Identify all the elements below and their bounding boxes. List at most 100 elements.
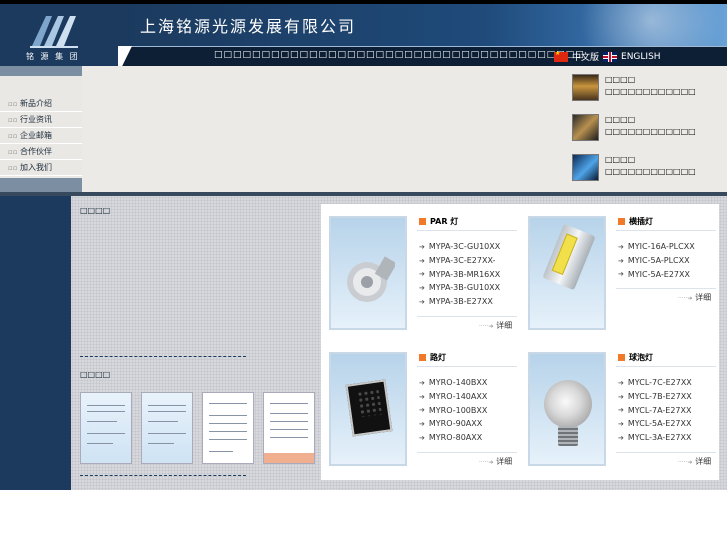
dots-arrow-icon: ·····➔ xyxy=(479,459,494,466)
product-list: ➔ MYIC-16A-PLCXX ➔ MYIC-5A-PLCXX ➔ MYIC-5A-… xyxy=(618,240,695,281)
divider xyxy=(417,230,517,231)
logo[interactable]: 铭 源 集 团 xyxy=(0,4,120,66)
news-title[interactable]: □□□□ xyxy=(605,74,696,86)
product-card: 路灯 ➔ MYRO-140BXX ➔ MYRO-140AXX ➔ MYRO-100BX… xyxy=(321,340,517,472)
par-lamp-icon xyxy=(347,256,395,302)
product-link-label: MYIC-16A-PLCXX xyxy=(627,242,695,252)
certificate-image[interactable] xyxy=(263,392,315,464)
arrow-icon: ➔ xyxy=(618,256,624,265)
news-thumbnail[interactable] xyxy=(572,74,599,101)
product-link[interactable]: ➔ MYCL-7C-E27XX xyxy=(618,376,692,390)
product-category-title[interactable]: PAR 灯 xyxy=(419,216,458,227)
product-link-label: MYRO-140AXX xyxy=(428,392,488,402)
site-header: 铭 源 集 团 上海铭源光源发展有限公司 □□□□□□□□□□□□□□□□□□□… xyxy=(0,4,727,66)
more-link[interactable]: ·····➔ 详细 xyxy=(479,456,512,467)
more-link[interactable]: ·····➔ 详细 xyxy=(479,320,512,331)
bullet-icon xyxy=(618,354,625,361)
divider xyxy=(417,316,517,317)
lang-english-link[interactable]: ENGLISH xyxy=(621,52,661,62)
more-link[interactable]: ·····➔ 详细 xyxy=(678,456,711,467)
product-link[interactable]: ➔ MYPA-3B-GU10XX xyxy=(419,281,500,295)
news-item[interactable]: □□□□ □□□□□□□□□□□□ xyxy=(572,114,727,154)
product-link-label: MYPA-3B-E27XX xyxy=(428,297,493,307)
product-link[interactable]: ➔ MYRO-80AXX xyxy=(419,431,487,445)
divider xyxy=(417,366,517,367)
product-link[interactable]: ➔ MYRO-140BXX xyxy=(419,376,487,390)
certificate-image[interactable] xyxy=(202,392,254,464)
product-link[interactable]: ➔ MYCL-7A-E27XX xyxy=(618,403,692,417)
product-link[interactable]: ➔ MYPA-3C-E27XX- xyxy=(419,254,500,268)
nav-bar: □□□□□□□□□□□□□□□□□□□□□□□□□□□□□□□□□□□□□□□ … xyxy=(118,46,727,66)
news-desc: □□□□□□□□□□□□ xyxy=(605,167,696,176)
product-link-label: MYRO-100BXX xyxy=(428,405,488,415)
sidebar-item-industry-news[interactable]: ▫▫ 行业资讯 xyxy=(0,112,82,128)
product-link[interactable]: ➔ MYPA-3B-MR16XX xyxy=(419,267,500,281)
china-flag-icon[interactable] xyxy=(554,50,568,62)
news-title[interactable]: □□□□ xyxy=(605,114,696,126)
product-link-label: MYCL-5A-E27XX xyxy=(627,419,692,429)
product-image[interactable] xyxy=(329,216,407,330)
uk-flag-icon[interactable] xyxy=(603,51,618,62)
language-switcher: 中文版 ENGLISH xyxy=(554,50,661,63)
news-item[interactable]: □□□□ □□□□□□□□□□□□ xyxy=(572,74,727,114)
product-link[interactable]: ➔ MYIC-16A-PLCXX xyxy=(618,240,695,254)
product-category-title[interactable]: 横插灯 xyxy=(618,216,653,227)
news-item[interactable]: □□□□ □□□□□□□□□□□□ xyxy=(572,154,727,194)
more-link-label: 详细 xyxy=(695,293,712,302)
product-list: ➔ MYPA-3C-GU10XX ➔ MYPA-3C-E27XX- ➔ MYPA-3B… xyxy=(419,240,500,308)
product-image[interactable] xyxy=(528,352,606,466)
arrow-icon: ➔ xyxy=(419,392,425,401)
product-link[interactable]: ➔ MYRO-90AXX xyxy=(419,417,487,431)
product-link-label: MYRO-80AXX xyxy=(428,433,483,443)
arrow-icon: ➔ xyxy=(419,256,425,265)
dots-arrow-icon: ·····➔ xyxy=(479,323,494,330)
news-title[interactable]: □□□□ xyxy=(605,154,696,166)
product-list: ➔ MYCL-7C-E27XX ➔ MYCL-7B-E27XX ➔ MYCL-7A-E… xyxy=(618,376,692,444)
product-link[interactable]: ➔ MYCL-3A-E27XX xyxy=(618,431,692,445)
street-lamp-icon xyxy=(345,379,393,437)
arrow-icon: ➔ xyxy=(419,242,425,251)
product-image[interactable] xyxy=(329,352,407,466)
certificate-image[interactable] xyxy=(141,392,193,464)
sidebar-item-mail[interactable]: ▫▫ 企业邮箱 xyxy=(0,128,82,144)
sidebar-item-partners[interactable]: ▫▫ 合作伙伴 xyxy=(0,144,82,160)
product-link[interactable]: ➔ MYRO-140AXX xyxy=(419,390,487,404)
product-category-label: 球泡灯 xyxy=(629,353,653,362)
arrow-icon: ➔ xyxy=(618,419,624,428)
product-link-label: MYPA-3B-MR16XX xyxy=(428,269,501,279)
divider xyxy=(417,452,517,453)
arrow-icon: ➔ xyxy=(419,297,425,306)
bullet-icon: ▫▫ xyxy=(8,115,18,124)
page: 铭 源 集 团 上海铭源光源发展有限公司 □□□□□□□□□□□□□□□□□□□… xyxy=(0,0,727,545)
product-panel: PAR 灯 ➔ MYPA-3C-GU10XX ➔ MYPA-3C-E27XX- ➔ M… xyxy=(321,204,719,480)
product-link[interactable]: ➔ MYRO-100BXX xyxy=(419,403,487,417)
more-link-label: 详细 xyxy=(695,457,712,466)
arrow-icon: ➔ xyxy=(419,433,425,442)
product-link-label: MYPA-3C-GU10XX xyxy=(428,242,501,252)
product-category-title[interactable]: 路灯 xyxy=(419,352,446,363)
certificate-image[interactable] xyxy=(80,392,132,464)
divider xyxy=(616,230,716,231)
more-link[interactable]: ·····➔ 详细 xyxy=(678,292,711,303)
product-link[interactable]: ➔ MYPA-3C-GU10XX xyxy=(419,240,500,254)
header-decoration xyxy=(537,4,727,46)
product-link[interactable]: ➔ MYPA-3B-E27XX xyxy=(419,295,500,309)
product-link[interactable]: ➔ MYCL-7B-E27XX xyxy=(618,390,692,404)
product-link[interactable]: ➔ MYIC-5A-E27XX xyxy=(618,267,695,281)
sidebar-item-new-products[interactable]: ▫▫ 新品介绍 xyxy=(0,96,82,112)
lang-chinese-link[interactable]: 中文版 xyxy=(572,50,599,63)
sidebar-item-join[interactable]: ▫▫ 加入我们 xyxy=(0,160,82,176)
logo-mark-icon xyxy=(30,16,78,48)
product-link-label: MYCL-7B-E27XX xyxy=(627,392,692,402)
product-link-label: MYRO-90AXX xyxy=(428,419,483,429)
news-thumbnail[interactable] xyxy=(572,114,599,141)
product-link[interactable]: ➔ MYCL-5A-E27XX xyxy=(618,417,692,431)
product-category-title[interactable]: 球泡灯 xyxy=(618,352,653,363)
more-link-label: 详细 xyxy=(496,321,513,330)
arrow-icon: ➔ xyxy=(419,283,425,292)
product-link[interactable]: ➔ MYIC-5A-PLCXX xyxy=(618,254,695,268)
arrow-icon: ➔ xyxy=(618,242,624,251)
sidebar-menu: ▫▫ 新品介绍 ▫▫ 行业资讯 ▫▫ 企业邮箱 ▫▫ 合作伙伴 ▫▫ 加入我们 xyxy=(0,96,82,176)
product-image[interactable] xyxy=(528,216,606,330)
news-thumbnail[interactable] xyxy=(572,154,599,181)
